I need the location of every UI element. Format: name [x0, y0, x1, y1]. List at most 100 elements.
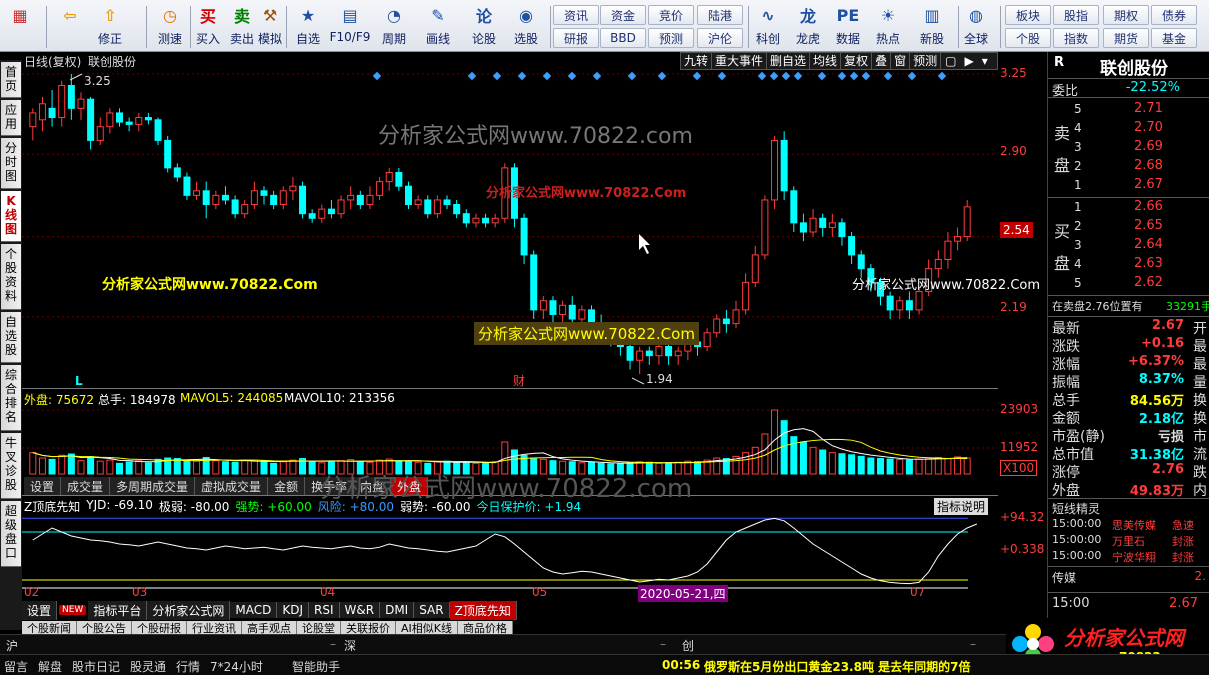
- book-price-sells-2[interactable]: 2.69: [1134, 139, 1163, 154]
- toolbar-doc-button[interactable]: ▤ F10/F9: [330, 4, 371, 50]
- sh-index[interactable]: 沪: [6, 637, 18, 654]
- ticker-text[interactable]: 俄罗斯在5月份出口黄金23.8吨 是去年同期的7倍: [704, 658, 1004, 675]
- news-tab-3[interactable]: 行业资讯: [187, 621, 242, 635]
- news-tab-1[interactable]: 个股公告: [77, 621, 132, 635]
- vol-tab-3[interactable]: 虚拟成交量: [195, 477, 269, 495]
- bottom-item-6[interactable]: 智能助手: [292, 658, 340, 675]
- toolbar-hot-button[interactable]: ☀ 热点: [868, 4, 908, 50]
- side-tab-6[interactable]: 综合排名: [1, 365, 21, 431]
- book-price-sells-3[interactable]: 2.68: [1134, 158, 1163, 173]
- toolbar-grid-button[interactable]: ▦: [0, 4, 40, 50]
- toolbar-dragon-button[interactable]: 龙龙虎: [788, 4, 828, 50]
- book-price-buys-3[interactable]: 2.63: [1134, 256, 1163, 271]
- toolbar-陆港-button[interactable]: 陆港: [697, 5, 743, 25]
- toolbar-资讯-button[interactable]: 资讯: [553, 5, 599, 25]
- short-title[interactable]: 短线精灵: [1052, 500, 1100, 517]
- short-name-2[interactable]: 宁波华翔: [1112, 549, 1156, 565]
- volume-chart[interactable]: [22, 390, 998, 476]
- marker-cai[interactable]: 财: [513, 372, 525, 389]
- indicator-tab-9[interactable]: Z顶底先知: [449, 600, 517, 620]
- side-tab-3[interactable]: K线图: [1, 191, 21, 242]
- toolbar-板块-button[interactable]: 板块: [1005, 5, 1051, 25]
- book-price-sells-4[interactable]: 2.67: [1134, 177, 1163, 192]
- news-tab-7[interactable]: AI相似K线: [396, 621, 458, 635]
- indicator-tab-1[interactable]: 指标平台: [88, 600, 148, 620]
- short-name-1[interactable]: 万里石: [1112, 533, 1145, 549]
- toolbar-cycle-button[interactable]: ◔ 周期: [374, 4, 414, 50]
- news-tab-5[interactable]: 论股堂: [297, 621, 341, 635]
- bottom-item-4[interactable]: 行情: [176, 658, 200, 675]
- toolbar-select-button[interactable]: ◉ 选股: [506, 4, 546, 50]
- indicator-tab-5[interactable]: RSI: [309, 602, 340, 618]
- side-tab-0[interactable]: 首页: [1, 62, 21, 98]
- ind-tick-1: +0.338: [1000, 542, 1045, 556]
- bottom-item-5[interactable]: 7*24小时: [210, 658, 263, 675]
- toolbar-star-button[interactable]: ★ 自选: [288, 4, 328, 50]
- toolbar-label: 选股: [513, 32, 538, 46]
- toolbar-pe-button[interactable]: PE 数据: [828, 4, 868, 50]
- toolbar-指数-button[interactable]: 指数: [1053, 28, 1099, 48]
- side-tab-1[interactable]: 应用: [1, 100, 21, 136]
- toolbar-clock-button[interactable]: ◷ 测速: [150, 4, 190, 50]
- bottom-item-2[interactable]: 股市日记: [72, 658, 120, 675]
- marker-l[interactable]: L: [75, 374, 83, 388]
- vol-tab-4[interactable]: 金额: [268, 477, 306, 495]
- vol-tab-2[interactable]: 多周期成交量: [110, 477, 196, 495]
- indicator-tab-0[interactable]: 设置: [22, 600, 58, 620]
- news-tab-2[interactable]: 个股研报: [132, 621, 187, 635]
- book-price-sells-1[interactable]: 2.70: [1134, 120, 1163, 135]
- indicator-tab-4[interactable]: KDJ: [277, 602, 310, 618]
- news-tab-4[interactable]: 高手观点: [242, 621, 297, 635]
- bottom-item-1[interactable]: 解盘: [38, 658, 62, 675]
- side-tab-5[interactable]: 自选股: [1, 312, 21, 363]
- toolbar-个股-button[interactable]: 个股: [1005, 28, 1051, 48]
- indicator-tab-3[interactable]: MACD: [230, 602, 278, 618]
- news-tab-8[interactable]: 商品价格: [457, 621, 513, 635]
- toolbar-kechuang-button[interactable]: ∿ 科创: [748, 4, 788, 50]
- toolbar-pen-button[interactable]: ✎ 画线: [418, 4, 458, 50]
- vol-tab-1[interactable]: 成交量: [61, 477, 111, 495]
- bottom-item-3[interactable]: 股灵通: [130, 658, 166, 675]
- candle-body: [202, 190, 210, 206]
- side-tab-2[interactable]: 分时图: [1, 138, 21, 189]
- indicator-tab-6[interactable]: W&R: [339, 602, 381, 618]
- sz-index[interactable]: 深: [344, 637, 356, 654]
- vol-tab-0[interactable]: 设置: [24, 477, 62, 495]
- volume-bar: [828, 452, 836, 475]
- toolbar-newstock-button[interactable]: ▥ 新股: [912, 4, 952, 50]
- toolbar-talk-button[interactable]: 论论股: [464, 4, 504, 50]
- news-tab-0[interactable]: 个股新闻: [22, 621, 77, 635]
- toolbar-竞价-button[interactable]: 竞价: [648, 5, 694, 25]
- toolbar-资金-button[interactable]: 资金: [600, 5, 646, 25]
- side-tab-8[interactable]: 超级盘口: [1, 501, 21, 567]
- candle-body: [761, 199, 769, 256]
- toolbar-back-arrow-button[interactable]: ⇦: [50, 4, 90, 50]
- side-tab-7[interactable]: 牛叉诊股: [1, 433, 21, 499]
- short-name-0[interactable]: 思美传媒: [1112, 517, 1156, 533]
- toolbar-期货-button[interactable]: 期货: [1103, 28, 1149, 48]
- toolbar-globe-button[interactable]: ◍ 全球: [956, 4, 996, 50]
- toolbar-股指-button[interactable]: 股指: [1053, 5, 1099, 25]
- toolbar-BBD-button[interactable]: BBD: [600, 28, 646, 48]
- book-price-buys-1[interactable]: 2.65: [1134, 218, 1163, 233]
- book-price-sells-0[interactable]: 2.71: [1134, 101, 1163, 116]
- toolbar-correct-button[interactable]: ⇧ 修正: [90, 4, 130, 50]
- book-price-buys-2[interactable]: 2.64: [1134, 237, 1163, 252]
- cy-index[interactable]: 创: [682, 637, 694, 654]
- toolbar-预测-button[interactable]: 预测: [648, 28, 694, 48]
- side-tab-4[interactable]: 个股资料: [1, 244, 21, 310]
- book-price-buys-0[interactable]: 2.66: [1134, 199, 1163, 214]
- toolbar-期权-button[interactable]: 期权: [1103, 5, 1149, 25]
- toolbar-债券-button[interactable]: 债券: [1151, 5, 1197, 25]
- bottom-item-0[interactable]: 留言: [4, 658, 28, 675]
- indicator-tab-2[interactable]: 分析家公式网: [147, 600, 231, 620]
- toolbar-基金-button[interactable]: 基金: [1151, 28, 1197, 48]
- indicator-chart[interactable]: [22, 512, 998, 596]
- book-price-buys-4[interactable]: 2.62: [1134, 275, 1163, 290]
- indicator-tab-8[interactable]: SAR: [414, 602, 450, 618]
- toolbar-研报-button[interactable]: 研报: [553, 28, 599, 48]
- toolbar-hammer-button[interactable]: ⚒ 模拟: [250, 4, 290, 50]
- toolbar-沪伦-button[interactable]: 沪伦: [697, 28, 743, 48]
- news-tab-6[interactable]: 关联报价: [341, 621, 396, 635]
- indicator-tab-7[interactable]: DMI: [380, 602, 415, 618]
